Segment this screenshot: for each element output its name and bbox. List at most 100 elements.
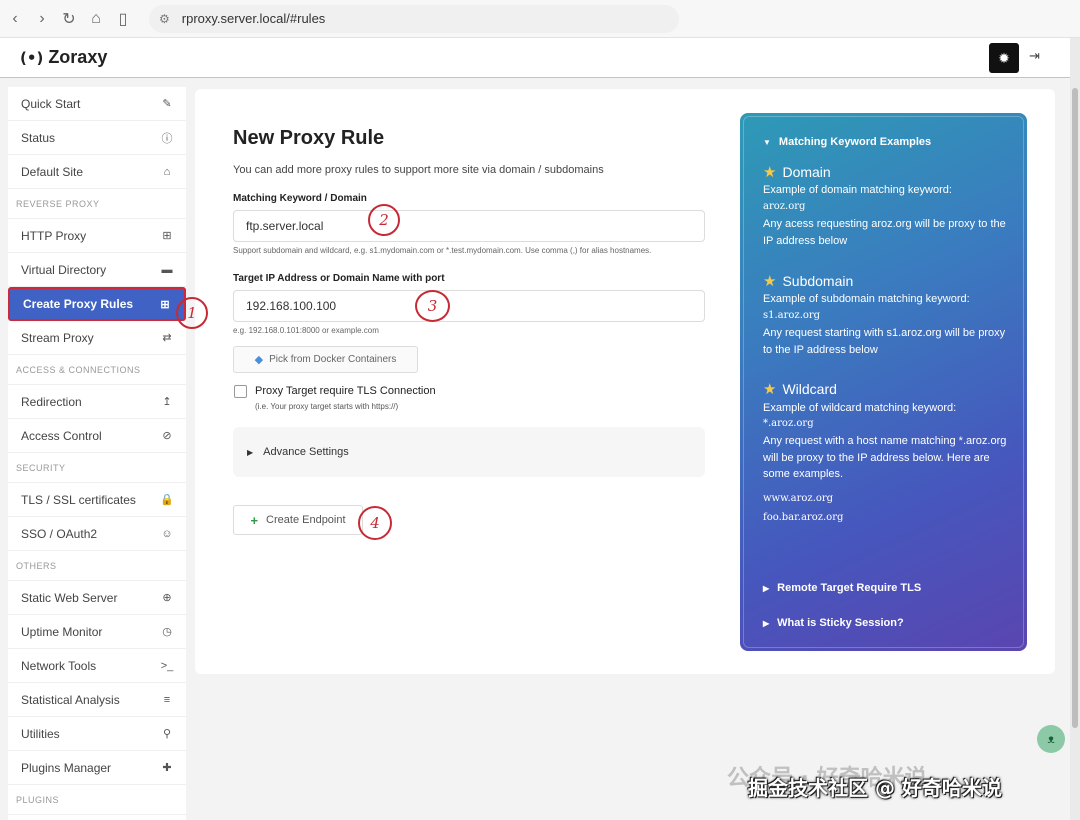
star-icon: ★ — [763, 381, 777, 398]
domain-line2: Any acess requesting aroz.org will be pr… — [763, 218, 1006, 247]
sidebar-item-quick-start[interactable]: Quick Start ✎ — [8, 87, 186, 121]
wildcard-example: *.aroz.org — [763, 418, 814, 429]
subdomain-title-text: Subdomain — [782, 273, 854, 289]
sitemap-icon: ⊞ — [162, 230, 172, 242]
target-hint: e.g. 192.168.0.101:8000 or example.com — [233, 326, 379, 335]
docker-icon: ◆ — [254, 354, 264, 366]
sidebar-item-default-site[interactable]: Default Site ⌂ — [8, 155, 186, 189]
remote-tls-accordion[interactable]: ▶ Remote Target Require TLS — [763, 582, 921, 594]
home-icon: ⌂ — [163, 165, 171, 178]
sidebar-item-utilities[interactable]: Utilities ⚲ — [8, 717, 186, 751]
tls-checkbox[interactable] — [234, 385, 247, 398]
sidebar-item-label: Create Proxy Rules — [23, 297, 134, 311]
sidebar-item-http-proxy[interactable]: HTTP Proxy ⊞ — [8, 219, 186, 253]
star-icon: ★ — [763, 164, 777, 181]
theme-toggle-button[interactable]: ✹ — [989, 43, 1019, 73]
wildcard-line1: Example of wildcard matching keyword: — [763, 402, 957, 414]
puzzle-icon: ✚ — [162, 762, 172, 774]
sidebar-item-virtual-directory[interactable]: Virtual Directory ▬ — [8, 253, 186, 287]
sidebar-section-label: REVERSE PROXY — [8, 189, 186, 219]
sidebar-item-label: Stream Proxy — [21, 330, 94, 345]
paperclip-icon: ⚲ — [162, 728, 172, 740]
sidebar-item-status[interactable]: Status ⓘ — [8, 121, 186, 155]
sidebar-item-stream-proxy[interactable]: Stream Proxy ⇄ — [8, 321, 186, 355]
advance-settings-toggle[interactable]: ▶ Advance Settings — [233, 427, 705, 477]
sun-icon: ✹ — [998, 49, 1010, 66]
sidebar-item-create-proxy-rules[interactable]: Create Proxy Rules ⊞ — [8, 287, 186, 321]
sidebar-item-access-control[interactable]: Access Control ⊘ — [8, 419, 186, 453]
sidebar-item-label: Access Control — [21, 428, 102, 443]
reload-icon[interactable]: ↻ — [57, 7, 81, 31]
pick-docker-button[interactable]: ◆ Pick from Docker Containers — [233, 346, 418, 373]
subdomain-example: s1.aroz.org — [763, 310, 821, 321]
docker-button-label: Pick from Docker Containers — [269, 354, 397, 365]
page-description: You can add more proxy rules to support … — [233, 164, 604, 176]
sidebar-item-label: Status — [21, 130, 56, 145]
tls-checkbox-label[interactable]: Proxy Target require TLS Connection — [255, 385, 436, 397]
watermark-line2: 掘金技术社区 @ 好奇哈米说 — [748, 776, 1002, 800]
annotation-circle-3: 3 — [415, 290, 450, 322]
database-icon: ≡ — [163, 693, 171, 706]
domain-title: ★ Domain — [763, 163, 831, 181]
sidebar-item-sso-oauth2[interactable]: SSO / OAuth2 ☺ — [8, 517, 186, 551]
wildcard-title-text: Wildcard — [782, 381, 837, 397]
sidebar-item-label: Virtual Directory — [21, 262, 107, 277]
site-settings-icon[interactable]: ⚙ — [159, 12, 170, 26]
sidebar-item-statistical-analysis[interactable]: Statistical Analysis ≡ — [8, 683, 186, 717]
sidebar-item-label: SSO / OAuth2 — [21, 526, 98, 541]
sidebar-item-uptime-monitor[interactable]: Uptime Monitor ◷ — [8, 615, 186, 649]
bookmark-icon[interactable]: ▯ — [111, 7, 135, 31]
floating-assistant-icon[interactable]: ᴥ — [1037, 725, 1065, 753]
sidebar-item-label: Plugins Manager — [21, 760, 112, 775]
sticky-session-label: What is Sticky Session? — [777, 617, 904, 629]
examples-header-label: Matching Keyword Examples — [778, 136, 932, 148]
home-icon[interactable]: ⌂ — [84, 7, 108, 31]
sidebar: Quick Start ✎ Status ⓘ Default Site ⌂ REVERSE … — [8, 87, 186, 820]
main-content: New Proxy Rule You can add more proxy ru… — [195, 89, 1055, 674]
wildcard-line2: Any request with a host name matching *.… — [763, 435, 1007, 480]
annotation-circle-4: 4 — [358, 506, 392, 540]
page-scrollbar[interactable] — [1070, 38, 1080, 820]
sidebar-item-static-web-server[interactable]: Static Web Server ⊕ — [8, 581, 186, 615]
globe-icon: ⊕ — [162, 592, 172, 604]
keyword-hint: Support subdomain and wildcard, e.g. s1.… — [233, 246, 652, 255]
matching-keyword-input[interactable] — [233, 210, 705, 242]
clock-icon: ◷ — [162, 626, 172, 638]
url-text: rproxy.server.local/#rules — [181, 11, 326, 26]
sidebar-item-label: Utilities — [21, 726, 60, 741]
wildcard-example-1: www.aroz.org — [763, 493, 834, 504]
back-icon[interactable]: ‹ — [3, 7, 27, 31]
forward-icon[interactable]: › — [30, 7, 54, 31]
logo[interactable]: (•) Zoraxy — [20, 47, 107, 68]
wildcard-title: ★ Wildcard — [763, 380, 837, 398]
info-icon: ⓘ — [161, 132, 173, 145]
sidebar-item-network-tools[interactable]: Network Tools >_ — [8, 649, 186, 683]
sidebar-item-label: Static Web Server — [21, 590, 118, 605]
sidebar-item-tls-ssl[interactable]: TLS / SSL certificates 🔒 — [8, 483, 186, 517]
remote-tls-label: Remote Target Require TLS — [777, 582, 922, 594]
scrollbar-thumb[interactable] — [1072, 88, 1078, 728]
caret-right-icon: ▶ — [763, 584, 770, 593]
target-address-input[interactable] — [233, 290, 705, 322]
sticky-session-accordion[interactable]: ▶ What is Sticky Session? — [763, 617, 904, 629]
examples-accordion-header[interactable]: ▼ Matching Keyword Examples — [763, 136, 931, 148]
sidebar-item-redirection[interactable]: Redirection ↥ — [8, 385, 186, 419]
sidebar-item-plugins-manager[interactable]: Plugins Manager ✚ — [8, 751, 186, 785]
target-label: Target IP Address or Domain Name with po… — [233, 273, 445, 284]
annotation-circle-2: 2 — [368, 204, 400, 236]
address-bar[interactable]: ⚙ rproxy.server.local/#rules — [149, 4, 679, 33]
logout-icon[interactable]: ⇥ — [1029, 48, 1040, 64]
star-icon: ★ — [763, 273, 777, 290]
tls-checkbox-subtext: (i.e. Your proxy target starts with http… — [255, 402, 399, 411]
domain-title-text: Domain — [782, 164, 831, 180]
sidebar-item-label: Default Site — [21, 164, 84, 179]
create-endpoint-button[interactable]: + Create Endpoint — [233, 505, 363, 535]
app-name: Zoraxy — [48, 47, 108, 67]
sidebar-item-label: HTTP Proxy — [21, 228, 87, 243]
sidebar-item-label: Quick Start — [21, 96, 81, 111]
sidebar-item-label: Statistical Analysis — [21, 692, 120, 707]
wand-icon: ✎ — [162, 98, 172, 110]
domain-example: aroz.org — [763, 201, 806, 212]
subdomain-title: ★ Subdomain — [763, 272, 853, 290]
matching-keyword-examples-panel: ▼ Matching Keyword Examples ★ Domain Examp… — [740, 113, 1027, 651]
